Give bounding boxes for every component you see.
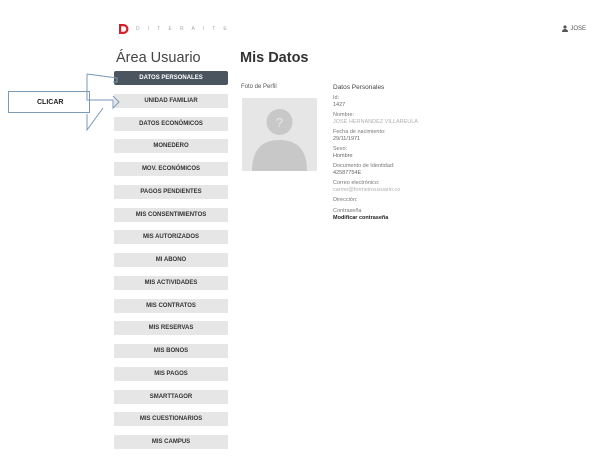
sidebar-item-mis-autorizados[interactable]: MIS AUTORIZADOS xyxy=(114,230,228,245)
sidebar-item-mis-contratos[interactable]: MIS CONTRATOS xyxy=(114,298,228,313)
user-avatar-icon[interactable]: ? xyxy=(242,98,317,171)
sidebar-item-mov-economicos[interactable]: MOV. ECONÓMICOS xyxy=(114,162,228,176)
arrow-right-icon xyxy=(85,70,121,134)
sidebar-item-datos-personales[interactable]: DATOS PERSONALES xyxy=(114,71,228,85)
field-label: Documento de Identidad: xyxy=(333,163,395,169)
user-icon xyxy=(562,25,569,32)
field-value: carmo@formeinsusuario.co xyxy=(333,187,401,193)
clicar-callout: CLICAR xyxy=(8,91,90,113)
sidebar-item-mi-abono[interactable]: MI ABONO xyxy=(114,253,228,267)
sidebar-item-mis-reservas[interactable]: MIS RESERVAS xyxy=(114,321,228,336)
d-logo-icon xyxy=(118,23,129,35)
field-label: Dirección: xyxy=(333,197,358,203)
field-label: Fecha de nacimiento: xyxy=(333,129,386,135)
sidebar-menu: DATOS PERSONALES UNIDAD FAMILIAR DATOS E… xyxy=(114,71,228,458)
field-value: 1427 xyxy=(333,102,346,108)
sidebar-item-mis-actividades[interactable]: MIS ACTIVIDADES xyxy=(114,275,228,290)
sidebar-item-mis-pagos[interactable]: MIS PAGOS xyxy=(114,366,228,381)
user-menu[interactable]: JOSE xyxy=(562,25,586,32)
user-name: JOSE xyxy=(570,25,586,32)
field-value: 42587754E xyxy=(333,170,362,176)
field-value: 29/11/1971 xyxy=(333,136,361,142)
change-password-link[interactable]: Modificar contraseña xyxy=(333,215,493,222)
field-value: Hombre xyxy=(333,153,353,159)
sidebar-item-datos-economicos[interactable]: DATOS ECONÓMICOS xyxy=(114,116,228,131)
field-value: JOSE HERNANDEZ VILLAREULA xyxy=(333,119,418,125)
sidebar-item-mis-bonos[interactable]: MIS BONOS xyxy=(114,344,228,358)
field-label: Contraseña xyxy=(333,208,362,214)
sidebar-item-unidad-familiar[interactable]: UNIDAD FAMILIAR xyxy=(114,93,228,108)
sidebar-item-mis-cuestionarios[interactable]: MIS CUESTIONARIOS xyxy=(114,412,228,427)
sidebar-item-mis-consentimientos[interactable]: MIS CONSENTIMIENTOS xyxy=(114,207,228,222)
profile-photo-label: Foto de Perfil xyxy=(241,84,277,90)
sidebar-item-monedero[interactable]: MONEDERO xyxy=(114,139,228,154)
field-label: Sexo: xyxy=(333,146,348,152)
field-label: Correo electrónico: xyxy=(333,180,380,186)
sidebar-item-mis-campus[interactable]: MIS CAMPUS xyxy=(114,435,228,449)
sidebar-item-pagos-pendientes[interactable]: PAGOS PENDIENTES xyxy=(114,184,228,199)
field-label: Nombre: xyxy=(333,112,355,118)
section-title: Datos Personales xyxy=(333,84,385,91)
brand-logo[interactable]: D I T E R A I T E xyxy=(118,23,230,35)
sidebar-title: Área Usuario xyxy=(116,50,201,66)
field-label: Id: xyxy=(333,95,340,101)
sidebar-item-smarttagor[interactable]: SMARTTAGOR xyxy=(114,389,228,404)
personal-data-panel: Datos Personales Id: 1427 Nombre: JOSE H… xyxy=(333,84,493,222)
svg-text:?: ? xyxy=(276,115,283,130)
page-title: Mis Datos xyxy=(240,50,309,66)
logo-text: D I T E R A I T E xyxy=(136,26,231,32)
